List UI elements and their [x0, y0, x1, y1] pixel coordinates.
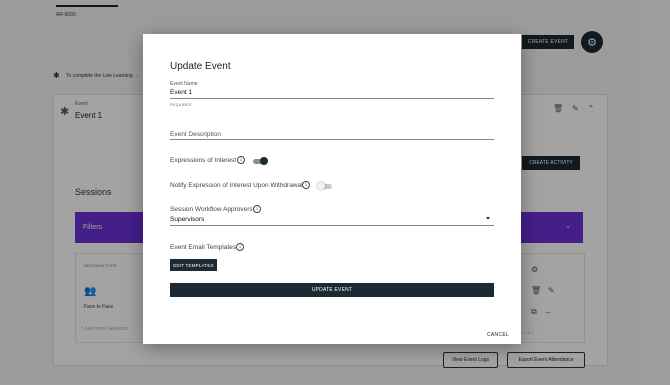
update-event-dialog: Update Event Event Name Event 1 REQUIRED…: [143, 34, 521, 344]
event-description-underline: [170, 139, 494, 140]
notify-withdrawal-label: Notify Expression of Interest Upon Withd…: [170, 182, 303, 189]
edit-templates-button[interactable]: EDIT TEMPLATES: [170, 259, 217, 271]
event-name-label: Event Name: [170, 81, 198, 87]
event-description-input[interactable]: Event Description: [170, 131, 221, 138]
info-icon[interactable]: i: [236, 243, 244, 251]
dialog-title: Update Event: [170, 61, 231, 72]
info-icon[interactable]: i: [237, 156, 245, 164]
approvers-label: Session Workflow Approvers: [170, 206, 253, 213]
cancel-button[interactable]: CANCEL: [487, 332, 509, 338]
approvers-underline: [170, 225, 494, 226]
approvers-select[interactable]: Supervisors: [170, 216, 204, 223]
event-name-underline: [170, 98, 494, 99]
expressions-of-interest-toggle[interactable]: [253, 157, 268, 165]
email-templates-label: Event Email Templates: [170, 244, 236, 251]
info-icon[interactable]: i: [302, 181, 310, 189]
notify-withdrawal-toggle[interactable]: [317, 182, 332, 190]
update-event-button[interactable]: UPDATE EVENT: [170, 283, 494, 297]
dropdown-caret-icon[interactable]: [486, 217, 490, 220]
required-hint: REQUIRED: [170, 103, 192, 107]
event-name-input[interactable]: Event 1: [170, 89, 192, 96]
expressions-of-interest-label: Expressions of Interest: [170, 157, 237, 164]
info-icon[interactable]: i: [253, 205, 261, 213]
